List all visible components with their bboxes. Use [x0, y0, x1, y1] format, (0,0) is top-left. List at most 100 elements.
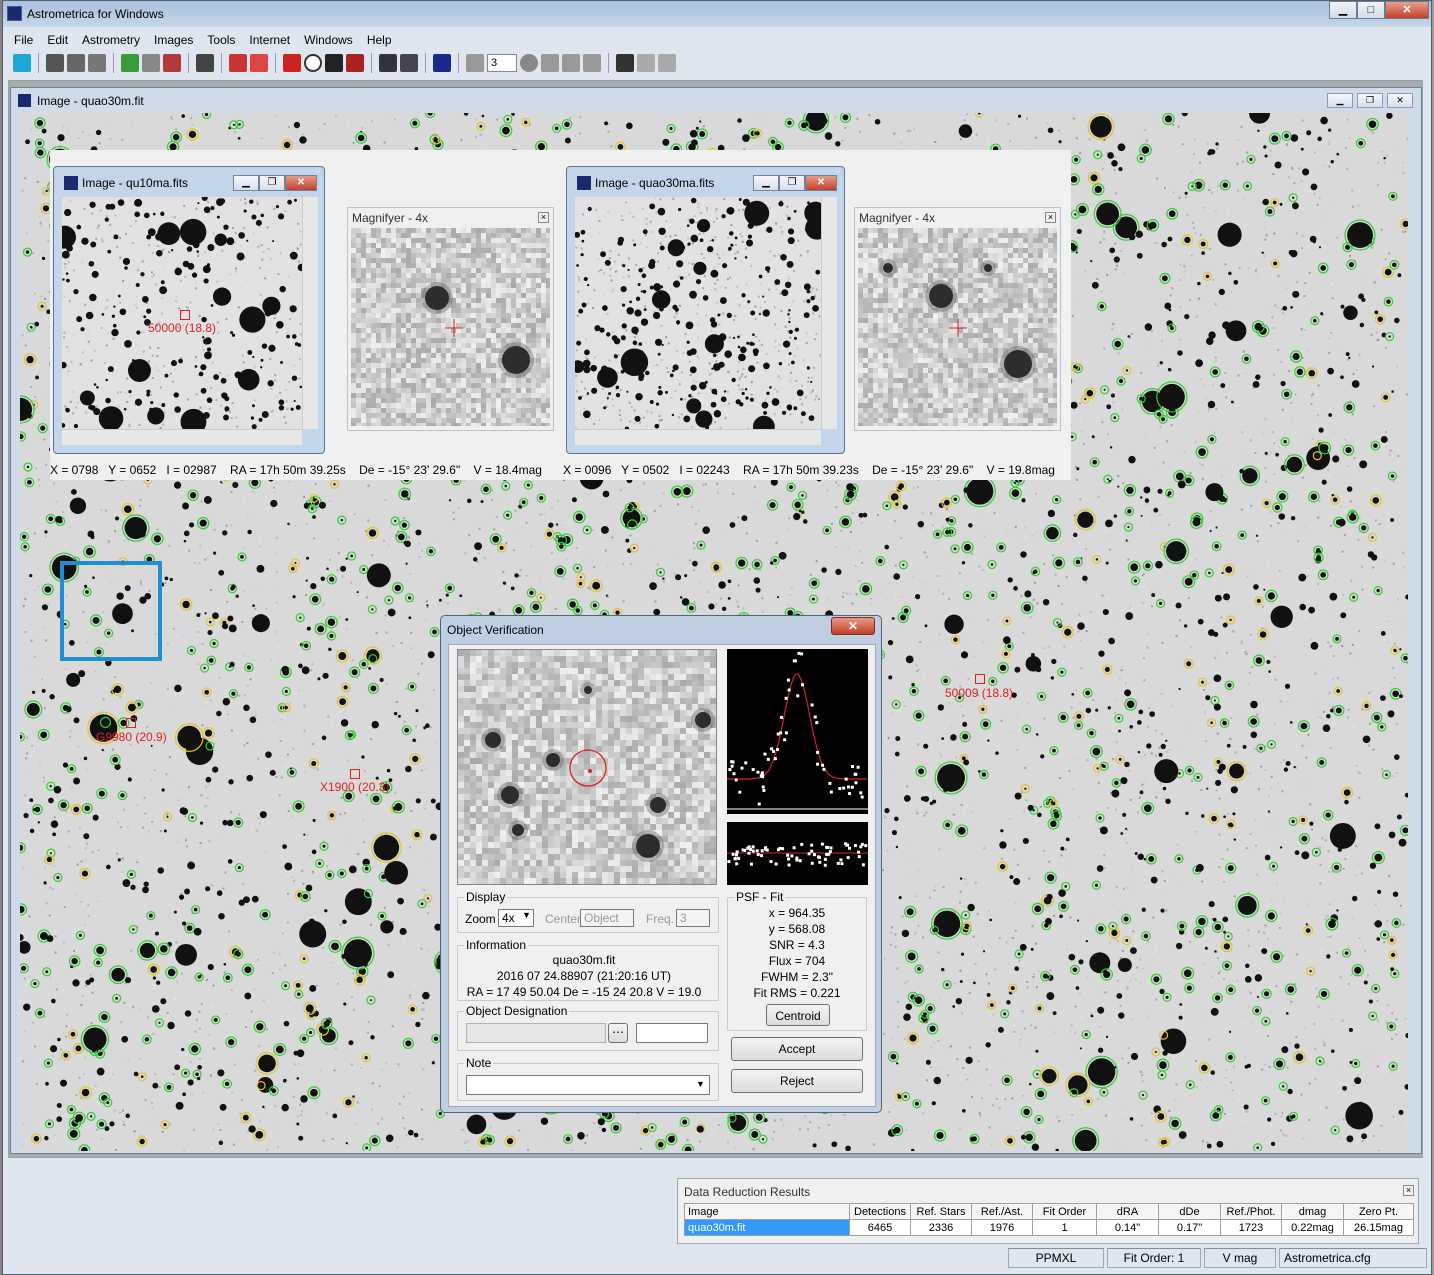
- connect-icon[interactable]: [13, 54, 31, 72]
- designation-code-input[interactable]: [636, 1023, 708, 1043]
- minimize-icon[interactable]: ▁: [1327, 93, 1353, 108]
- search-icon[interactable]: [616, 54, 634, 72]
- freq-stepper[interactable]: 3: [676, 909, 710, 927]
- next-icon[interactable]: [562, 54, 580, 72]
- load-flats-icon[interactable]: [88, 54, 106, 72]
- left-magnifier-view: [351, 228, 550, 426]
- column-header[interactable]: Detections: [849, 1203, 911, 1220]
- menu-astrometry[interactable]: Astrometry: [75, 31, 147, 49]
- minimize-icon[interactable]: ▁: [233, 175, 259, 191]
- menu-tools[interactable]: Tools: [200, 31, 242, 49]
- column-header[interactable]: dRA: [1096, 1203, 1159, 1220]
- column-header[interactable]: dDe: [1158, 1203, 1221, 1220]
- horizontal-scrollbar[interactable]: [62, 429, 302, 445]
- note-select[interactable]: [466, 1075, 710, 1095]
- catalog-icon[interactable]: [433, 54, 451, 72]
- vertical-scrollbar[interactable]: [821, 197, 837, 429]
- stack-icon[interactable]: [466, 54, 484, 72]
- process-icon[interactable]: [142, 54, 160, 72]
- mpc-report-icon[interactable]: [250, 54, 268, 72]
- column-header[interactable]: dmag: [1281, 1203, 1344, 1220]
- toolbar: 3: [7, 50, 1427, 76]
- load-images-icon[interactable]: [46, 54, 64, 72]
- copy-icon[interactable]: [196, 54, 214, 72]
- settings-icon[interactable]: [121, 54, 139, 72]
- column-header[interactable]: Ref./Ast.: [971, 1203, 1033, 1220]
- object-marker[interactable]: [126, 718, 136, 728]
- center-select[interactable]: Object: [580, 909, 634, 927]
- column-header[interactable]: Ref. Stars: [910, 1203, 972, 1220]
- column-header[interactable]: Ref./Phot.: [1220, 1203, 1282, 1220]
- psf-legend: PSF - Fit: [734, 890, 786, 904]
- circle-icon[interactable]: [304, 54, 322, 72]
- record-icon[interactable]: [520, 54, 538, 72]
- zoom-out-icon[interactable]: [400, 54, 418, 72]
- close-icon[interactable]: ×: [1403, 1185, 1414, 1196]
- close-icon[interactable]: ✕: [831, 617, 875, 635]
- menu-images[interactable]: Images: [147, 31, 200, 49]
- display-legend: Display: [464, 890, 508, 904]
- psf-rms: Fit RMS = 0.221: [753, 986, 841, 1000]
- object-label: X1900 (20.3): [320, 780, 390, 794]
- object-marker[interactable]: [975, 674, 985, 684]
- object-marker[interactable]: [350, 769, 360, 779]
- display-group: Display Zoom 4x ▼ Center Object Freq. 3: [457, 890, 719, 933]
- right-image-view[interactable]: [575, 197, 821, 429]
- close-icon[interactable]: ×: [538, 212, 549, 223]
- table-cell: 0.22mag: [1281, 1219, 1344, 1236]
- highlight-box: [60, 561, 162, 661]
- zoom-in-icon[interactable]: [379, 54, 397, 72]
- verification-image[interactable]: [457, 649, 717, 885]
- close-icon[interactable]: ✕: [1387, 93, 1413, 108]
- frame-stepper[interactable]: 3: [487, 54, 517, 72]
- designation-input[interactable]: [466, 1023, 606, 1043]
- vertical-scrollbar[interactable]: [302, 197, 318, 429]
- blink-icon[interactable]: [346, 54, 364, 72]
- restore-icon[interactable]: ❐: [779, 175, 805, 191]
- load-darks-icon[interactable]: [67, 54, 85, 72]
- object-marker[interactable]: [180, 310, 190, 320]
- close-icon[interactable]: ✕: [1385, 1, 1429, 19]
- table-row[interactable]: quao30m.fit 6465 2336 1976 1 0.14" 0.17"…: [684, 1219, 1414, 1236]
- horizontal-scrollbar[interactable]: [575, 429, 821, 445]
- note-legend: Note: [464, 1056, 494, 1070]
- zoom-label: Zoom: [465, 912, 496, 926]
- minimize-icon[interactable]: ▁: [753, 175, 779, 191]
- dialog-title: Object Verification: [447, 623, 544, 637]
- browse-button[interactable]: ⋯: [608, 1023, 628, 1043]
- menu-windows[interactable]: Windows: [297, 31, 360, 49]
- menu-file[interactable]: File: [7, 31, 40, 49]
- star-icon[interactable]: [163, 54, 181, 72]
- prev-icon[interactable]: [541, 54, 559, 72]
- close-icon[interactable]: ✕: [285, 175, 317, 191]
- menu-edit[interactable]: Edit: [40, 31, 75, 49]
- centroid-button[interactable]: Centroid: [766, 1004, 830, 1026]
- app-icon: [7, 6, 22, 21]
- tool-a-icon[interactable]: [637, 54, 655, 72]
- column-header[interactable]: Zero Pt.: [1343, 1203, 1414, 1220]
- minimize-icon[interactable]: ▁: [1329, 1, 1357, 19]
- psf-x: x = 964.35: [768, 906, 826, 920]
- psf-snr: SNR = 4.3: [769, 938, 825, 952]
- table-cell[interactable]: quao30m.fit: [684, 1219, 850, 1236]
- play-icon[interactable]: [583, 54, 601, 72]
- image-window-icon: [577, 176, 591, 190]
- close-icon[interactable]: ×: [1045, 212, 1056, 223]
- column-header[interactable]: Fit Order: [1032, 1203, 1097, 1220]
- accept-button[interactable]: Accept: [731, 1037, 863, 1061]
- restore-icon[interactable]: ❐: [1357, 93, 1383, 108]
- image-window-icon: [18, 94, 31, 107]
- reject-button[interactable]: Reject: [731, 1069, 863, 1093]
- column-header[interactable]: Image: [684, 1203, 850, 1220]
- close-icon[interactable]: ✕: [805, 175, 837, 191]
- right-window-controls: ▁ ❐ ✕: [753, 175, 837, 191]
- note-group: Note ▼: [457, 1056, 719, 1101]
- menu-help[interactable]: Help: [360, 31, 399, 49]
- menu-internet[interactable]: Internet: [242, 31, 297, 49]
- track-icon[interactable]: [283, 54, 301, 72]
- reduce-icon[interactable]: [229, 54, 247, 72]
- tool-b-icon[interactable]: [658, 54, 676, 72]
- restore-icon[interactable]: ❐: [259, 175, 285, 191]
- pencil-icon[interactable]: [325, 54, 343, 72]
- maximize-icon[interactable]: □: [1357, 1, 1385, 19]
